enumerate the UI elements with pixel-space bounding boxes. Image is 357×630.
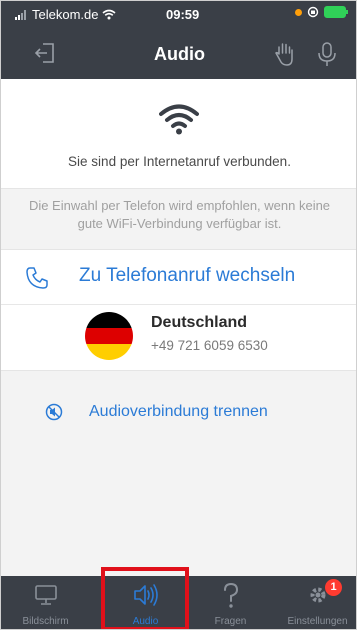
microphone-icon[interactable] (317, 41, 337, 67)
orientation-lock-icon (307, 6, 319, 18)
gear-icon (273, 582, 356, 613)
dial-in-hint: Die Einwahl per Telefon wird empfohlen, … (28, 198, 331, 231)
tab-einstellungen[interactable]: 1 Einstellungen (273, 576, 356, 629)
app-screen: Telekom.de 09:59 Audio Sie sind per Inte… (0, 0, 357, 630)
connection-status-block: Sie sind per Internetanruf verbunden. (1, 79, 356, 189)
tab-label: Fragen (214, 616, 247, 627)
tab-label: Bildschirm (22, 616, 69, 627)
raise-hand-icon[interactable] (273, 41, 297, 67)
connection-status-text: Sie sind per Internetanruf verbunden. (68, 154, 291, 169)
page-title: Audio (154, 44, 205, 64)
switch-to-phone-button[interactable]: Zu Telefonanruf wechseln (1, 250, 356, 305)
switch-to-phone-label: Zu Telefonanruf wechseln (79, 265, 296, 286)
tab-bar: Bildschirm Audio Fragen 1 Einstellungen (1, 576, 356, 629)
status-right (295, 6, 348, 18)
wifi-icon (159, 104, 199, 135)
tab-bildschirm[interactable]: Bildschirm (1, 576, 90, 629)
status-bar: Telekom.de 09:59 (1, 1, 356, 29)
status-left: Telekom.de (15, 7, 116, 22)
tab-label: Einstellungen (287, 616, 348, 627)
wifi-status-icon (102, 9, 116, 20)
carrier-label: Telekom.de (32, 7, 99, 22)
tab-fragen[interactable]: Fragen (186, 576, 275, 629)
disconnect-audio-button[interactable]: Audioverbindung trennen (1, 389, 356, 437)
audio-off-icon (45, 403, 63, 421)
disconnect-audio-label: Audioverbindung trennen (89, 403, 268, 420)
speaker-icon (101, 582, 190, 613)
dial-in-country-item[interactable]: Deutschland +49 721 6059 6530 (1, 305, 356, 371)
recording-dot-icon (295, 8, 302, 16)
signal-icon (15, 9, 26, 20)
question-icon (186, 582, 275, 615)
audio-panel: Sie sind per Internetanruf verbunden. Di… (1, 79, 356, 576)
phone-icon (26, 267, 48, 289)
battery-icon (324, 6, 348, 18)
monitor-icon (1, 582, 90, 613)
country-name: Deutschland (151, 314, 248, 331)
nav-bar: Audio (1, 29, 356, 79)
germany-flag-icon (85, 312, 133, 360)
phone-call-section: Zu Telefonanruf wechseln Deutschland +49… (1, 249, 356, 371)
clock: 09:59 (166, 7, 200, 22)
dial-in-number: +49 721 6059 6530 (151, 338, 268, 353)
notification-badge: 1 (325, 579, 342, 596)
tab-label: Audio (132, 616, 159, 627)
tab-audio[interactable]: Audio (101, 576, 190, 629)
